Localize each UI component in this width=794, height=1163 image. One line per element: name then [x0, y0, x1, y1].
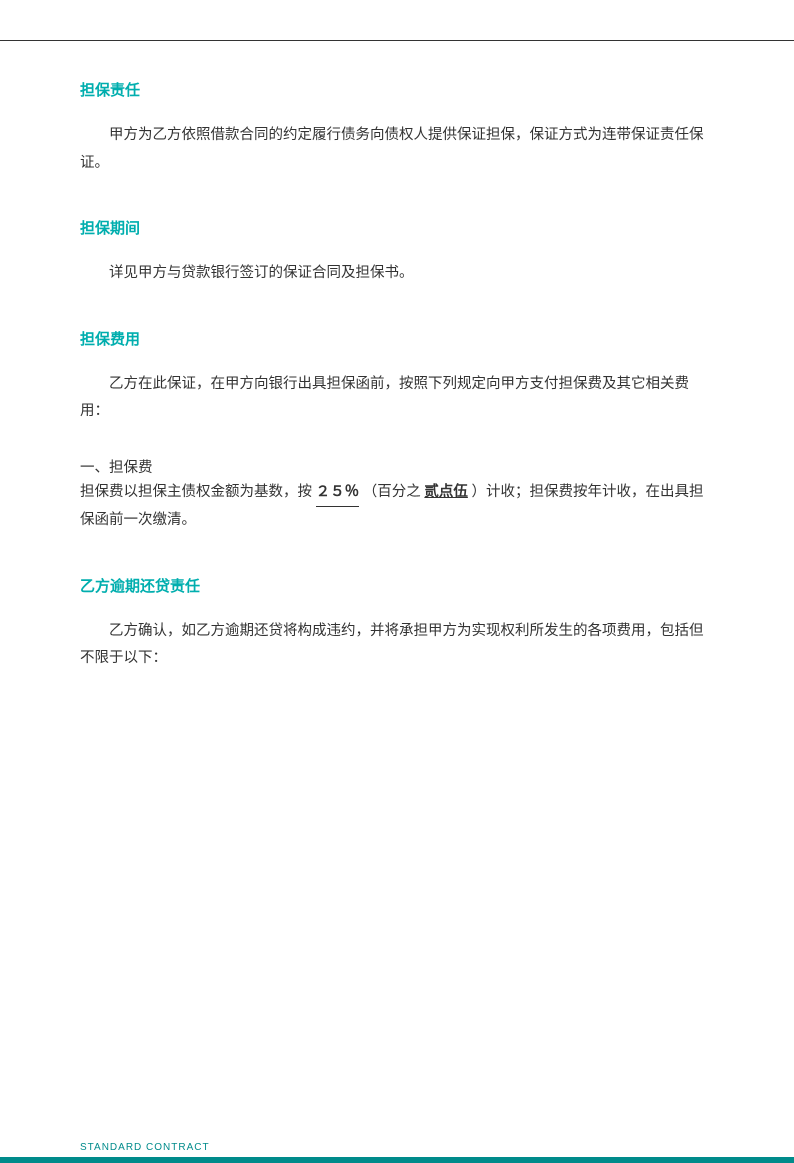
spacer-1	[80, 110, 714, 122]
section-title-guarantee-fee: 担保费用	[80, 328, 714, 349]
bottom-bar	[0, 1157, 794, 1163]
footer-text: STANDARD CONTRACT	[80, 1142, 210, 1153]
subsection-title-guarantee-fee-1: 一、担保费	[80, 456, 714, 477]
spacer-7	[80, 545, 714, 557]
percentage-chinese: 贰点伍	[424, 484, 468, 500]
spacer-3	[80, 248, 714, 260]
page: 担保责任 甲方为乙方依照借款合同的约定履行债务向债权人提供保证担保，保证方式为连…	[0, 40, 794, 1163]
spacer-2	[80, 187, 714, 199]
spacer-4	[80, 298, 714, 310]
fee-text-before: 担保费以担保主债权金额为基数，按	[80, 484, 312, 500]
spacer-5	[80, 359, 714, 371]
paragraph-guarantee-fee: 乙方在此保证，在甲方向银行出具担保函前，按照下列规定向甲方支付担保费及其它相关费…	[80, 371, 714, 426]
section-title-guarantee-responsibility: 担保责任	[80, 79, 714, 100]
paragraph-guarantee-fee-detail: 担保费以担保主债权金额为基数，按 ２５％ （百分之 贰点伍 ）计收；担保费按年计…	[80, 479, 714, 535]
paragraph-guarantee-responsibility: 甲方为乙方依照借款合同的约定履行债务向债权人提供保证担保，保证方式为连带保证责任…	[80, 122, 714, 177]
section-title-guarantee-period: 担保期间	[80, 217, 714, 238]
spacer-8	[80, 606, 714, 618]
paragraph-guarantee-period: 详见甲方与贷款银行签订的保证合同及担保书。	[80, 260, 714, 288]
paragraph-overdue: 乙方确认，如乙方逾期还贷将构成违约，并将承担甲方为实现权利所发生的各项费用，包括…	[80, 618, 714, 673]
section-title-overdue: 乙方逾期还贷责任	[80, 575, 714, 596]
fee-text-paren-open: （百分之	[363, 484, 421, 500]
content: 担保责任 甲方为乙方依照借款合同的约定履行债务向债权人提供保证担保，保证方式为连…	[0, 41, 794, 763]
spacer-6	[80, 436, 714, 442]
percentage-value: ２５％	[316, 479, 360, 508]
